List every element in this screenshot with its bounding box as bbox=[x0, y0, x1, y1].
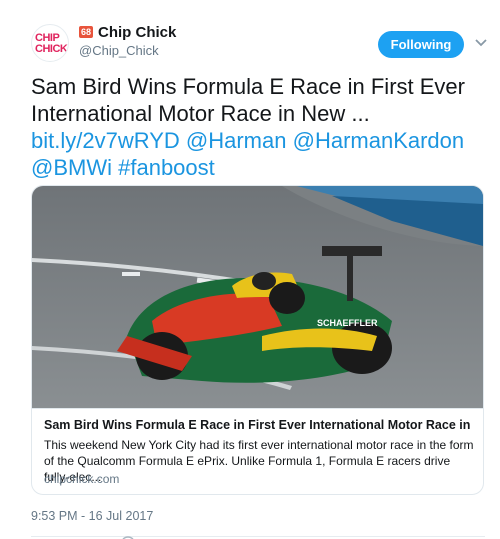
car-text: SCHAEFFLER bbox=[317, 318, 378, 328]
reply-icon[interactable] bbox=[122, 535, 134, 539]
display-name[interactable]: Chip Chick bbox=[98, 24, 176, 41]
user-handle[interactable]: @Chip_Chick bbox=[79, 43, 176, 58]
tweet-timestamp[interactable]: 9:53 PM - 16 Jul 2017 bbox=[31, 509, 153, 523]
link-card[interactable]: SCHAEFFLER Sam Bird Wins Formula E Race … bbox=[31, 185, 484, 495]
hashtag-fanboost[interactable]: #fanboost bbox=[118, 155, 215, 180]
card-body[interactable]: Sam Bird Wins Formula E Race in First Ev… bbox=[32, 408, 483, 494]
display-name-row: 68 Chip Chick bbox=[79, 22, 176, 42]
tweet-text-line1: Sam Bird Wins Formula E Race in First Ev… bbox=[31, 74, 465, 99]
mention-bmwi[interactable]: @BMWi bbox=[31, 155, 112, 180]
card-image[interactable]: SCHAEFFLER bbox=[32, 186, 483, 408]
author-names[interactable]: 68 Chip Chick @Chip_Chick bbox=[79, 22, 176, 58]
avatar[interactable]: CHIP CHICK bbox=[31, 24, 69, 62]
brand-icon: 68 bbox=[79, 26, 93, 38]
following-button[interactable]: Following bbox=[378, 31, 464, 58]
card-domain[interactable]: chipchick.com bbox=[44, 472, 119, 486]
mention-harman[interactable]: @Harman bbox=[186, 128, 287, 153]
mention-harmankardon[interactable]: @HarmanKardon bbox=[293, 128, 465, 153]
tweet-header: CHIP CHICK 68 Chip Chick @Chip_Chick Fol… bbox=[31, 22, 488, 62]
avatar-text-line2: CHICK bbox=[35, 43, 68, 55]
tweet-link[interactable]: bit.ly/2v7wRYD bbox=[31, 128, 180, 153]
tweet-text: Sam Bird Wins Formula E Race in First Ev… bbox=[31, 73, 486, 181]
divider bbox=[31, 536, 485, 537]
card-title[interactable]: Sam Bird Wins Formula E Race in First Ev… bbox=[44, 418, 474, 432]
tweet-text-line2: International Motor Race in New ... bbox=[31, 101, 370, 126]
chevron-down-icon[interactable] bbox=[474, 38, 488, 48]
